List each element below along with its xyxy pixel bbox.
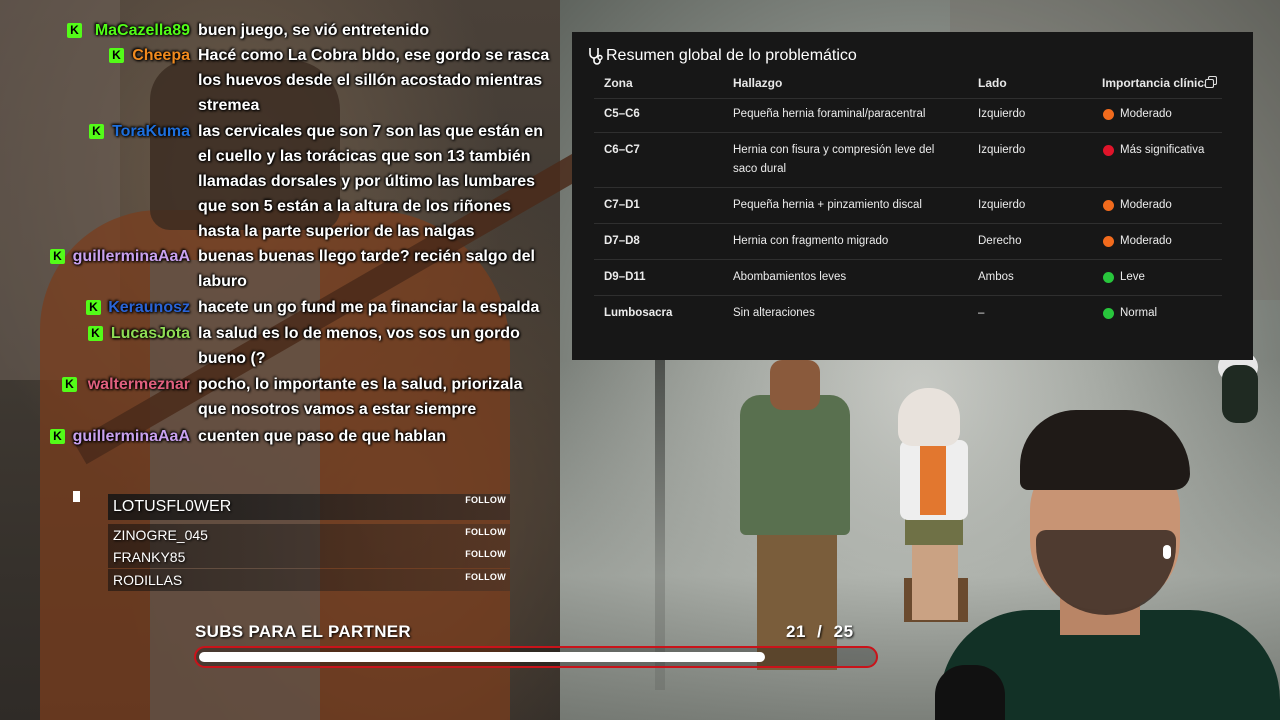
chat-message: K Keraunosz hacete un go fund me pa fina…: [0, 295, 560, 320]
cell-zone: C5–C6: [604, 108, 640, 120]
microphone: [935, 665, 1005, 720]
subs-progress-bar: [194, 646, 878, 668]
cell-importance: Moderado: [1120, 108, 1172, 120]
chat-username[interactable]: LucasJota: [10, 321, 190, 346]
cell-importance: Moderado: [1120, 199, 1172, 211]
chat-text: la salud es lo de menos, vos sos un gord…: [198, 325, 520, 367]
chat-message: K guillerminaAaA buenas buenas llego tar…: [0, 244, 560, 294]
follow-button[interactable]: FOLLOW: [465, 495, 506, 505]
subs-separator: /: [817, 622, 823, 641]
cell-finding: Hernia con fisura y compresión leve del …: [733, 144, 935, 175]
chat-text: cuenten que paso de que hablan: [198, 428, 447, 445]
chat-text: Hacé como La Cobra bldo, ese gordo se ra…: [198, 47, 550, 114]
divider: [594, 259, 1222, 260]
cell-side: Izquierdo: [978, 108, 1026, 120]
cell-side: –: [978, 307, 985, 319]
cell-importance: Leve: [1120, 271, 1145, 283]
divider: [594, 98, 1222, 99]
cell-zone: C6–C7: [604, 144, 640, 156]
cell-zone: D7–D8: [604, 235, 640, 247]
chat-username[interactable]: Keraunosz: [10, 295, 190, 320]
cell-zone: Lumbosacra: [604, 307, 673, 319]
chat-message: K MaCazella89 buen juego, se vió entrete…: [0, 18, 560, 43]
follower-item-top: LOTUSFL0WER FOLLOW: [108, 494, 510, 520]
follower-item: RODILLAS FOLLOW: [108, 569, 510, 591]
chat-username[interactable]: ToraKuma: [10, 119, 190, 144]
divider: [594, 132, 1222, 133]
status-dot-orange-icon: [1103, 109, 1114, 120]
status-dot-orange-icon: [1103, 200, 1114, 211]
cell-zone: C7–D1: [604, 199, 640, 211]
chat-text: buen juego, se vió entretenido: [198, 22, 430, 39]
subs-current: 21: [786, 622, 806, 641]
streamer-hair: [1020, 410, 1190, 490]
status-dot-orange-icon: [1103, 236, 1114, 247]
stethoscope-icon: [589, 48, 603, 65]
follower-name: RODILLAS: [113, 572, 183, 588]
cell-side: Ambos: [978, 271, 1014, 283]
sprite-girl-legs: [912, 545, 958, 620]
column-header-side: Lado: [978, 76, 1007, 90]
follow-button[interactable]: FOLLOW: [465, 527, 506, 537]
cell-finding: Abombamientos leves: [733, 271, 847, 283]
divider: [594, 187, 1222, 188]
chat-username[interactable]: waltermeznar: [10, 372, 190, 397]
copy-icon[interactable]: [1205, 76, 1217, 88]
status-dot-green-icon: [1103, 272, 1114, 283]
list-marker: [73, 491, 80, 502]
sprite-man-head: [770, 360, 820, 410]
cell-side: Izquierdo: [978, 144, 1026, 156]
chat-message: K Cheepa Hacé como La Cobra bldo, ese go…: [0, 43, 560, 118]
cell-finding: Pequeña hernia + pinzamiento discal: [733, 199, 922, 211]
cell-zone: D9–D11: [604, 271, 646, 283]
cell-side: Izquierdo: [978, 199, 1026, 211]
chat-text: pocho, lo importante es la salud, priori…: [198, 376, 523, 418]
cell-side: Derecho: [978, 235, 1022, 247]
status-dot-green-icon: [1103, 308, 1114, 319]
chat-username[interactable]: guillerminaAaA: [10, 244, 190, 269]
chat-message: K guillerminaAaA cuenten que paso de que…: [0, 424, 560, 449]
follow-button[interactable]: FOLLOW: [465, 572, 506, 582]
chat-text: hacete un go fund me pa financiar la esp…: [198, 299, 540, 316]
chat-text: buenas buenas llego tarde? recién salgo …: [198, 248, 535, 290]
follow-button[interactable]: FOLLOW: [465, 549, 506, 559]
follower-item: FRANKY85 FOLLOW: [108, 546, 510, 568]
cell-importance: Moderado: [1120, 235, 1172, 247]
summary-panel: Resumen global de lo problemático Zona H…: [572, 32, 1253, 360]
panel-title: Resumen global de lo problemático: [606, 47, 857, 64]
sprite-girl-head: [898, 388, 960, 446]
follower-item: ZINOGRE_045 FOLLOW: [108, 524, 510, 546]
sprite-girl-top: [920, 445, 946, 515]
chat-username[interactable]: Cheepa: [10, 43, 190, 68]
follower-name: ZINOGRE_045: [113, 527, 208, 543]
subs-target: 25: [833, 622, 854, 641]
follower-name: LOTUSFL0WER: [113, 498, 232, 515]
subs-goal-title: SUBS PARA EL PARTNER: [195, 622, 412, 641]
status-dot-red-icon: [1103, 145, 1114, 156]
chat-username[interactable]: MaCazella89: [10, 18, 190, 43]
column-header-zone: Zona: [604, 76, 633, 90]
cell-finding: Hernia con fragmento migrado: [733, 235, 889, 247]
column-header-finding: Hallazgo: [733, 76, 783, 90]
mascot-sprite-body: [1222, 365, 1258, 423]
cell-importance: Normal: [1120, 307, 1158, 319]
cell-finding: Sin alteraciones: [733, 307, 815, 319]
cell-finding: Pequeña hernia foraminal/paracentral: [733, 108, 926, 120]
chat-text: las cervicales que son 7 son las que est…: [198, 123, 544, 240]
cell-importance: Más significativa: [1120, 144, 1205, 156]
subs-goal-count: 21 / 25: [786, 622, 854, 642]
follower-name: FRANKY85: [113, 549, 186, 565]
divider: [594, 223, 1222, 224]
chat-message: K ToraKuma las cervicales que son 7 son …: [0, 119, 560, 244]
chat-message: K waltermeznar pocho, lo importante es l…: [0, 372, 560, 422]
chat-message: K LucasJota la salud es lo de menos, vos…: [0, 321, 560, 371]
chat-username[interactable]: guillerminaAaA: [10, 424, 190, 449]
sprite-man-jacket: [740, 395, 850, 535]
subs-progress-fill: [199, 652, 765, 662]
divider: [594, 295, 1222, 296]
column-header-importance: Importancia clínica: [1102, 76, 1211, 90]
earbud: [1163, 545, 1171, 559]
